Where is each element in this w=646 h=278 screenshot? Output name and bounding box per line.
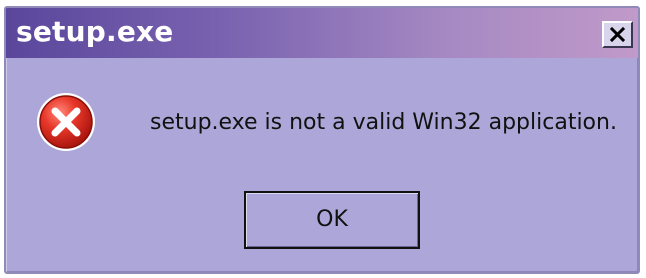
- error-message: setup.exe is not a valid Win32 applicati…: [150, 110, 617, 135]
- ok-button[interactable]: OK: [244, 191, 420, 249]
- error-dialog: setup.exe setup.exe is not a valid Win32…: [4, 6, 640, 274]
- window-title: setup.exe: [16, 15, 174, 48]
- title-bar[interactable]: setup.exe: [6, 8, 638, 58]
- close-icon: [609, 26, 626, 43]
- error-icon: [37, 93, 95, 151]
- close-button[interactable]: [602, 21, 633, 48]
